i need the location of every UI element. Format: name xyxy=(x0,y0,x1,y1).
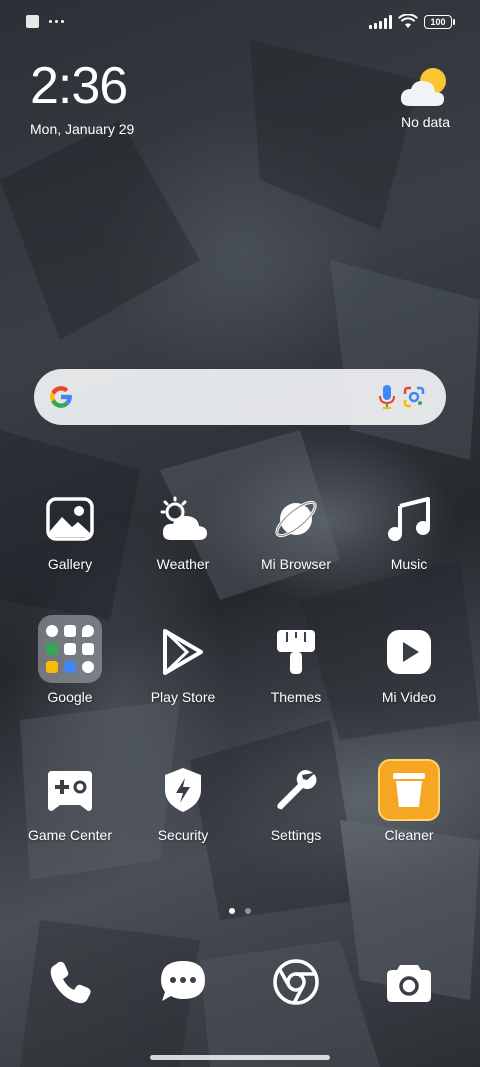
settings-icon xyxy=(277,770,317,810)
app-label: Weather xyxy=(156,556,210,572)
app-security[interactable]: Security xyxy=(127,758,239,843)
phone-icon xyxy=(50,961,91,1004)
clock-date[interactable]: Mon, January 29 xyxy=(30,121,134,137)
app-label: Cleaner xyxy=(384,827,434,843)
gallery-icon xyxy=(46,497,94,541)
dock-camera[interactable] xyxy=(353,950,465,1014)
notification-app-icon xyxy=(26,15,39,28)
camera-icon xyxy=(387,965,431,1002)
app-mi-video[interactable]: Mi Video xyxy=(353,620,465,705)
app-label: Play Store xyxy=(150,689,216,705)
app-label: Themes xyxy=(270,689,322,705)
messages-icon xyxy=(161,961,205,1001)
app-label: Mi Video xyxy=(381,689,437,705)
app-play-store[interactable]: Play Store xyxy=(127,620,239,705)
weather-status: No data xyxy=(400,114,450,130)
google-logo-icon xyxy=(50,386,72,408)
cleaner-icon xyxy=(378,759,440,821)
app-label: Security xyxy=(157,827,209,843)
page-indicator xyxy=(0,908,480,914)
app-mi-browser[interactable]: Mi Browser xyxy=(240,487,352,572)
app-weather[interactable]: Weather xyxy=(127,487,239,572)
battery-icon: 100 xyxy=(424,14,455,29)
app-music[interactable]: Music xyxy=(353,487,465,572)
chrome-icon xyxy=(273,959,319,1005)
weather-icon xyxy=(160,496,207,540)
play-store-icon xyxy=(163,629,203,675)
music-icon xyxy=(388,497,430,541)
page-dot xyxy=(245,908,251,914)
app-label: Google xyxy=(47,689,93,705)
voice-search-icon[interactable] xyxy=(378,384,396,410)
signal-icon xyxy=(369,14,392,29)
dock-messages[interactable] xyxy=(127,950,239,1014)
google-folder-icon xyxy=(38,615,102,683)
app-label: Music xyxy=(390,556,428,572)
dock-phone[interactable] xyxy=(14,950,126,1014)
weather-widget[interactable]: No data xyxy=(370,66,450,130)
app-label: Mi Browser xyxy=(260,556,331,572)
app-game-center[interactable]: Game Center xyxy=(14,758,126,843)
app-gallery[interactable]: Gallery xyxy=(14,487,126,572)
wifi-icon xyxy=(398,14,418,28)
home-indicator[interactable] xyxy=(150,1055,330,1060)
app-label: Game Center xyxy=(27,827,113,843)
dock-chrome[interactable] xyxy=(240,950,352,1014)
more-notifications-icon xyxy=(49,20,64,23)
app-google-folder[interactable]: Google xyxy=(14,614,126,705)
security-icon xyxy=(165,768,201,812)
game-icon xyxy=(48,771,92,811)
status-bar: 100 xyxy=(0,0,480,44)
google-search-bar[interactable] xyxy=(34,369,446,425)
browser-icon xyxy=(275,500,317,538)
video-icon xyxy=(387,630,431,674)
page-dot-active xyxy=(229,908,235,914)
app-cleaner[interactable]: Cleaner xyxy=(353,758,465,843)
app-themes[interactable]: Themes xyxy=(240,620,352,705)
app-label: Gallery xyxy=(47,556,93,572)
partly-cloudy-icon xyxy=(400,68,446,106)
app-settings[interactable]: Settings xyxy=(240,758,352,843)
app-label: Settings xyxy=(270,827,322,843)
google-lens-icon[interactable] xyxy=(402,385,426,409)
themes-icon xyxy=(277,630,315,674)
clock-time[interactable]: 2:36 xyxy=(30,60,128,112)
